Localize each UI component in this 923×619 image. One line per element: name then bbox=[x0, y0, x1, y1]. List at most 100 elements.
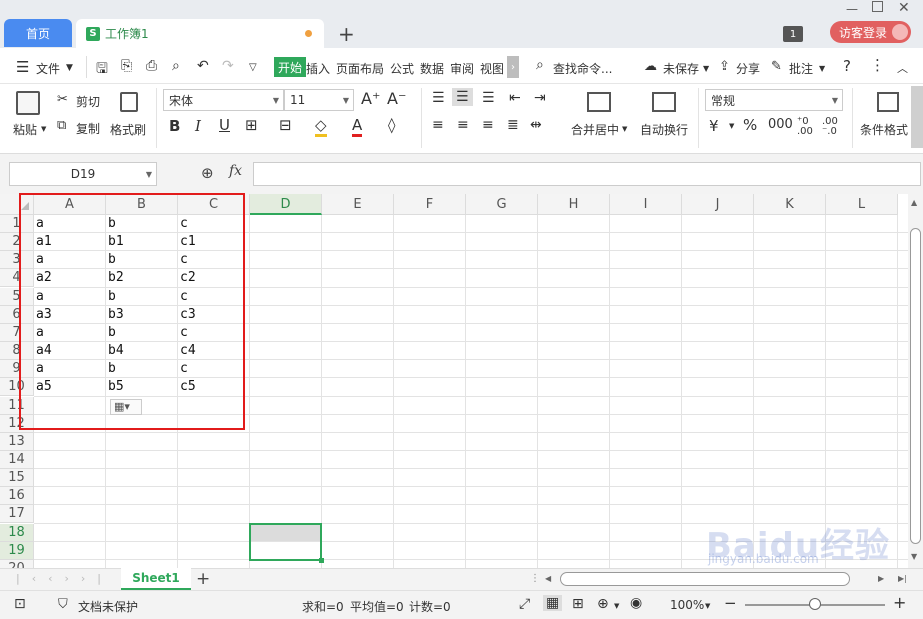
tab-workbook[interactable]: S 工作簿1 bbox=[76, 19, 324, 48]
copy-button[interactable]: 复制 bbox=[76, 120, 100, 137]
unsaved-status[interactable]: 未保存 bbox=[663, 60, 699, 77]
search-icon[interactable]: ⌕ bbox=[536, 57, 544, 73]
row-header-18[interactable]: 18 bbox=[0, 523, 34, 542]
menu-start[interactable]: 开始 bbox=[274, 57, 307, 77]
increase-font-icon[interactable]: A⁺ bbox=[361, 89, 380, 108]
align-left-icon[interactable]: ≡ bbox=[432, 117, 444, 133]
zoom-level[interactable]: 100% bbox=[670, 598, 704, 612]
font-color-icon[interactable]: A bbox=[352, 116, 363, 137]
column-header-f[interactable]: F bbox=[394, 194, 466, 215]
border-icon[interactable]: ⊞ bbox=[245, 116, 258, 134]
help-icon[interactable]: ? bbox=[843, 57, 851, 75]
fill-color-icon[interactable]: ◇ bbox=[315, 116, 327, 137]
column-header-h[interactable]: H bbox=[538, 194, 610, 215]
save-icon[interactable]: 🖫 bbox=[96, 58, 108, 82]
menu-data[interactable]: 数据 bbox=[420, 60, 444, 77]
clear-format-icon[interactable]: ◊ bbox=[388, 116, 395, 134]
font-name-select[interactable]: 宋体 ▼ bbox=[163, 89, 284, 111]
tab-home[interactable]: 首页 bbox=[4, 19, 72, 47]
decrease-font-icon[interactable]: A⁻ bbox=[387, 89, 406, 108]
format-painter-icon[interactable] bbox=[120, 92, 138, 112]
row-header-13[interactable]: 13 bbox=[0, 432, 34, 451]
protect-status[interactable]: 文档未保护 bbox=[78, 598, 138, 615]
currency-dropdown-icon[interactable]: ▼ bbox=[729, 122, 734, 130]
menu-file[interactable]: 文件 bbox=[36, 60, 60, 77]
print-icon[interactable]: ⎙ bbox=[146, 58, 157, 74]
menu-page-layout[interactable]: 页面布局 bbox=[336, 60, 384, 77]
formula-input[interactable] bbox=[253, 162, 921, 186]
scroll-end-icon[interactable]: ▶| bbox=[898, 574, 907, 583]
scroll-thumb[interactable] bbox=[910, 228, 921, 544]
fullscreen-icon[interactable]: ⤢ bbox=[519, 596, 530, 612]
row-header-14[interactable]: 14 bbox=[0, 450, 34, 469]
comment-button[interactable]: 批注 bbox=[789, 60, 813, 77]
selected-range[interactable] bbox=[249, 522, 324, 563]
paste-dropdown-icon[interactable]: ▼ bbox=[41, 125, 46, 133]
column-header-k[interactable]: K bbox=[754, 194, 826, 215]
sheet-tab-sheet1[interactable]: Sheet1 bbox=[121, 568, 191, 590]
zoom-slider-handle[interactable] bbox=[809, 598, 821, 610]
unsaved-dropdown-icon[interactable]: ▼ bbox=[703, 64, 709, 73]
maximize-icon[interactable] bbox=[872, 1, 883, 12]
cell-style-icon[interactable]: ⊟ bbox=[279, 116, 292, 134]
scroll-left-icon[interactable]: ◀ bbox=[545, 574, 551, 583]
scroll-up-icon[interactable]: ▲ bbox=[911, 198, 917, 207]
scroll-right-icon[interactable]: ▶ bbox=[878, 574, 884, 583]
percent-button[interactable]: % bbox=[743, 116, 757, 134]
column-header-g[interactable]: G bbox=[466, 194, 538, 215]
cut-icon[interactable]: ✂ bbox=[57, 92, 68, 107]
row-header-19[interactable]: 19 bbox=[0, 541, 34, 560]
column-header-e[interactable]: E bbox=[322, 194, 394, 215]
wrap-text-icon[interactable] bbox=[652, 92, 676, 112]
close-icon[interactable]: ✕ bbox=[898, 0, 910, 16]
reading-mode-icon[interactable]: ⊕ bbox=[597, 596, 609, 612]
decrease-decimal-icon[interactable]: .00 ⁻.0 bbox=[822, 117, 838, 137]
hamburger-menu-icon[interactable]: ☰ bbox=[16, 58, 29, 76]
currency-icon[interactable]: ¥ bbox=[709, 117, 719, 135]
merge-center-button[interactable]: 合并居中 bbox=[571, 121, 619, 138]
cut-button[interactable]: 剪切 bbox=[76, 93, 100, 110]
paste-button[interactable]: 粘贴 bbox=[13, 121, 37, 138]
column-header-j[interactable]: J bbox=[682, 194, 754, 215]
new-tab-plus-icon[interactable]: + bbox=[338, 22, 355, 46]
menu-review[interactable]: 审阅 bbox=[450, 60, 474, 77]
guest-login-button[interactable]: 访客登录 bbox=[830, 21, 911, 43]
sheet-nav-icon[interactable]: |‹‹››| bbox=[16, 572, 113, 585]
zoom-in-icon[interactable]: + bbox=[893, 593, 906, 612]
menu-more-chevron-icon[interactable]: › bbox=[507, 56, 519, 78]
comment-dropdown-icon[interactable]: ▼ bbox=[819, 64, 825, 73]
merge-center-icon[interactable] bbox=[587, 92, 611, 112]
vertical-scrollbar[interactable]: ▲ ▼ bbox=[908, 194, 923, 568]
comment-icon[interactable]: ✎ bbox=[771, 59, 782, 74]
export-icon[interactable]: ⎘ bbox=[121, 58, 132, 74]
menu-insert[interactable]: 插入 bbox=[306, 60, 330, 77]
redo-icon[interactable]: ↷ bbox=[222, 58, 234, 74]
minimize-icon[interactable]: — bbox=[846, 2, 858, 16]
share-icon[interactable]: ⇪ bbox=[719, 59, 730, 74]
align-bottom-icon[interactable]: ☰ bbox=[482, 90, 495, 106]
zoom-out-icon[interactable]: − bbox=[724, 594, 737, 612]
ribbon-scroll-right[interactable] bbox=[911, 86, 923, 148]
more-options-icon[interactable]: ⋮ bbox=[870, 56, 885, 74]
align-center-icon[interactable]: ≡ bbox=[457, 117, 469, 133]
macro-icon[interactable]: ⊡ bbox=[14, 596, 26, 612]
column-header-i[interactable]: I bbox=[610, 194, 682, 215]
collapse-ribbon-icon[interactable]: ︿ bbox=[897, 60, 908, 76]
undo-icon[interactable]: ↶ bbox=[197, 58, 209, 74]
fill-handle[interactable] bbox=[319, 557, 324, 563]
align-top-icon[interactable]: ☰ bbox=[432, 90, 445, 106]
eye-protection-icon[interactable]: ◉ bbox=[630, 595, 642, 611]
decrease-indent-icon[interactable]: ⇤ bbox=[509, 90, 521, 106]
italic-button[interactable]: I bbox=[195, 117, 201, 135]
column-header-d[interactable]: D bbox=[250, 194, 322, 215]
thousands-separator-icon[interactable]: 000 bbox=[768, 117, 793, 132]
copy-icon[interactable]: ⧉ bbox=[57, 118, 66, 133]
row-header-15[interactable]: 15 bbox=[0, 469, 34, 488]
window-count-badge[interactable]: 1 bbox=[783, 26, 803, 42]
reading-dropdown-icon[interactable]: ▼ bbox=[614, 602, 619, 610]
file-dropdown-icon[interactable]: ▼ bbox=[66, 63, 73, 73]
conditional-format-icon[interactable] bbox=[877, 92, 899, 112]
number-format-select[interactable]: 常规 ▼ bbox=[705, 89, 843, 111]
format-painter-button[interactable]: 格式刷 bbox=[110, 121, 146, 138]
conditional-format-button[interactable]: 条件格式 bbox=[860, 121, 908, 138]
